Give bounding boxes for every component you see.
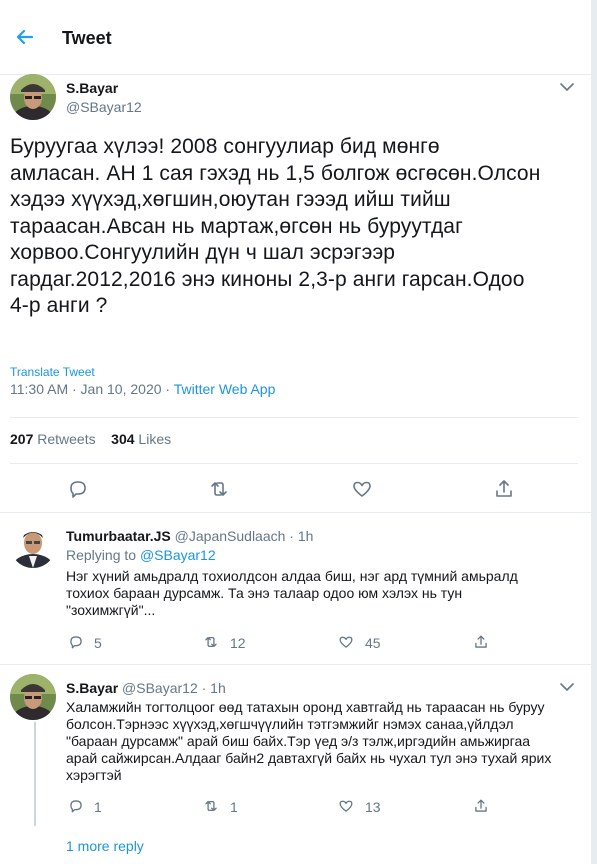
reply-text: Нэг хүний амьдралд тохиолдсон алдаа биш,… [66,568,518,619]
avatar[interactable] [10,74,56,120]
retweets-count: 207 [10,431,34,447]
share-icon[interactable] [473,798,489,814]
retweets-stat[interactable]: 207 Retweets [10,431,96,447]
window-edge [591,0,597,864]
share-icon[interactable] [493,478,515,500]
reply-icon[interactable] [68,634,84,650]
avatar[interactable] [10,674,56,720]
reply-author-handle[interactable]: @SBayar12 · 1h [122,680,226,696]
author-handle[interactable]: @SBayar12 [66,99,142,115]
tweet-text-line: гардаг.2012,2016 энэ киноны 2,3-р анги г… [10,267,525,291]
retweet-icon[interactable] [203,798,219,814]
tweet-meta: 11:30 AM · Jan 10, 2020 · Twitter Web Ap… [10,381,275,397]
reply-text-line: "бараан дурсамж" арай биш байх.Тэр үед э… [66,733,531,749]
likes-stat[interactable]: 304 Likes [111,431,171,447]
reply-count: 5 [94,635,102,651]
retweet-icon[interactable] [203,634,219,650]
reply-icon[interactable] [68,798,84,814]
show-more-replies-link[interactable]: 1 more reply [66,838,144,854]
replying-to: Replying to @SBayar12 [66,547,216,563]
tweet-text-line: 4-р анги ? [10,294,108,317]
reply-count: 1 [94,799,102,815]
retweet-count: 1 [230,799,238,815]
tweet-text: Буруугаа хүлээ! 2008 сонгуулиар бид мөнг… [10,134,578,320]
source-app-link[interactable]: Twitter Web App [174,381,276,397]
reply-header: Tumurbaatar.JS @JapanSudlaach · 1h [66,528,313,544]
tweet-timestamp[interactable]: 11:30 AM · Jan 10, 2020 · [10,381,174,397]
retweet-icon[interactable] [208,478,230,500]
tweet-text-line: хэдээ хүүхэд,хөгшин,оюутан гэээд ийш тий… [10,188,451,211]
chevron-down-icon[interactable] [558,680,576,694]
avatar[interactable] [10,522,56,568]
like-heart-icon[interactable] [338,798,354,814]
replying-to-link[interactable]: @SBayar12 [140,547,216,563]
separator [0,512,591,513]
reply-author-name[interactable]: Tumurbaatar.JS [66,528,171,544]
likes-label: Likes [134,431,172,447]
tweet-text-line: хорвоо.Сонгуулийн дүн ч шал эсрэгээр [10,241,396,264]
share-icon[interactable] [473,634,489,650]
reply-author-name[interactable]: S.Bayar [66,680,118,696]
separator [0,664,591,665]
chevron-down-icon[interactable] [558,80,576,94]
tweet-stats: 207 Retweets 304 Likes [10,431,171,447]
page-header: Tweet [0,0,591,75]
translate-tweet-link[interactable]: Translate Tweet [10,365,95,379]
reply-text-line: болсон.Тэрнээс хүүхэд,хөгшчүүлийн тэтгэм… [66,716,514,732]
like-heart-icon[interactable] [338,634,354,650]
reply-text-line: Халамжийн тогтолцоог өөд татахын оронд х… [66,699,545,715]
reply-text: Халамжийн тогтолцоог өөд татахын оронд х… [66,699,551,784]
like-heart-icon[interactable] [351,478,373,500]
like-count: 13 [365,799,381,815]
reply-text-line: арай сайжирсан.Алдааг байн2 давтахгүй ба… [66,750,552,766]
reply-text-line: Нэг хүний амьдралд тохиолдсон алдаа биш,… [66,568,518,584]
divider [10,417,578,418]
divider [10,463,578,464]
reply-icon[interactable] [67,478,89,500]
retweet-count: 12 [230,635,246,651]
tweet-text-line: тараасан.Авсан нь мартаж,өгсөн нь буруут… [10,214,463,238]
reply-author-handle[interactable]: @JapanSudlaach · 1h [175,528,314,544]
author-name[interactable]: S.Bayar [66,80,118,96]
page-title: Tweet [62,28,112,48]
retweets-label: Retweets [33,431,96,447]
reply-header: S.Bayar @SBayar12 · 1h [66,680,226,696]
like-count: 45 [365,635,381,651]
reply-text-line: хэрэгтэй [66,767,122,783]
tweet-text-line: Буруугаа хүлээ! 2008 сонгуулиар бид мөнг… [10,135,440,158]
arrow-left-icon[interactable] [10,22,40,52]
tweet-text-line: амласан. АН 1 сая гэхэд нь 1,5 болгож өс… [10,161,541,185]
reply-text-line: "зохимжгүй"... [66,602,156,618]
thread-line [34,722,36,826]
replying-to-prefix: Replying to [66,547,140,563]
likes-count: 304 [111,431,135,447]
reply-text-line: тохиох бараан дурсамж. Та энэ талаар одо… [66,585,463,601]
